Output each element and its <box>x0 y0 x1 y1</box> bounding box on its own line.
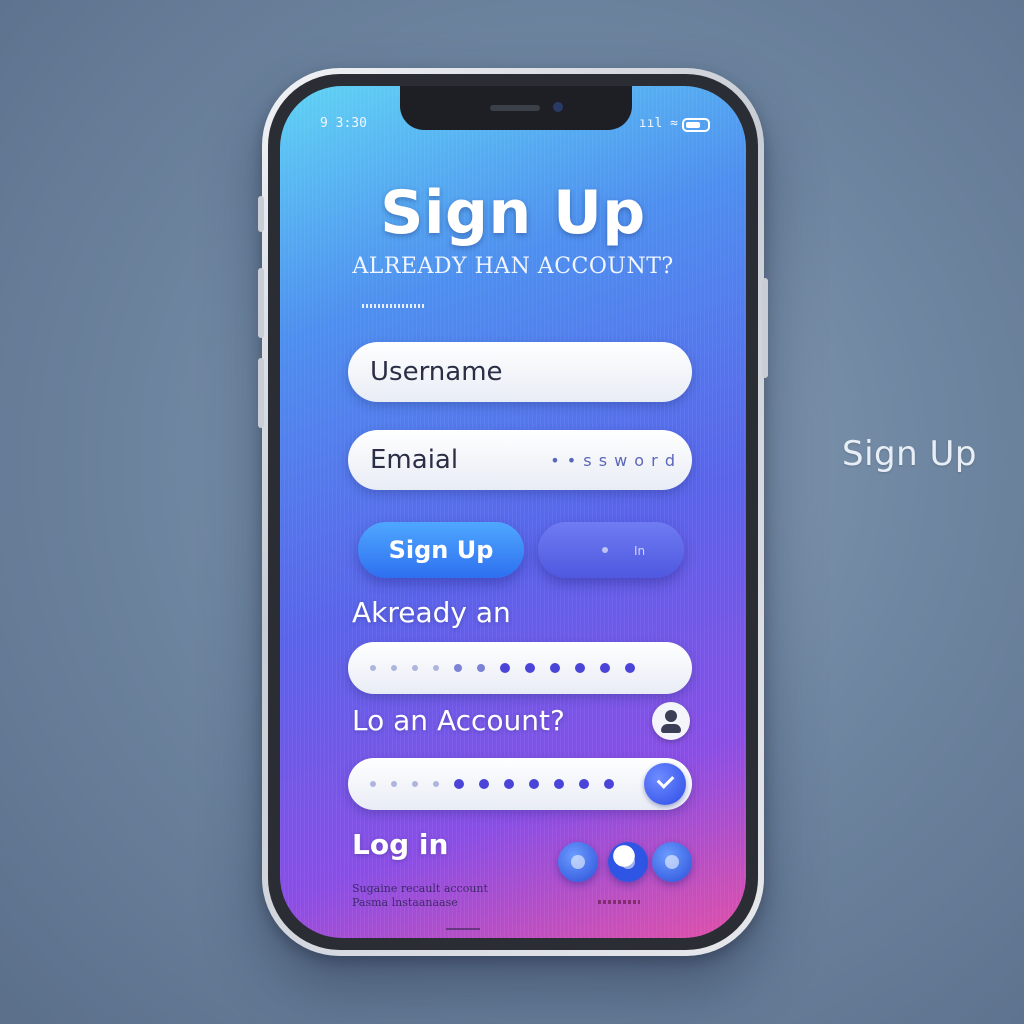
password-dot <box>579 779 589 789</box>
social-login-icon-3[interactable] <box>652 842 692 882</box>
login-link[interactable]: Log in <box>352 828 448 861</box>
email-hint: • • s s w o r d <box>550 451 676 470</box>
password-dot <box>412 665 418 671</box>
password-dot <box>575 663 585 673</box>
password-dots <box>370 662 672 674</box>
password-dot <box>625 663 635 673</box>
phone-frame: 9 3:30 ııl ≈ Sign Up ALREADY HAN ACCOUNT… <box>258 68 768 956</box>
confirm-password-dots <box>370 778 632 790</box>
password-dot <box>479 779 489 789</box>
password-dot <box>433 665 439 671</box>
footer-line-2: Pasma lnstaanaase <box>352 896 458 909</box>
password-dot <box>500 663 510 673</box>
confirm-password-field[interactable] <box>348 758 692 810</box>
secondary-button-label: In <box>634 544 646 558</box>
sign-up-button[interactable]: Sign Up <box>358 522 524 578</box>
email-field[interactable]: Emaial • • s s w o r d <box>348 430 692 490</box>
password-dot <box>554 779 564 789</box>
password-dot <box>604 779 614 789</box>
side-button-left-3 <box>258 358 264 428</box>
password-dot <box>454 779 464 789</box>
avatar-body <box>661 724 681 733</box>
password-dot <box>412 781 418 787</box>
login-prompt-label: Lo an Account? <box>352 704 565 737</box>
email-label: Emaial <box>370 445 459 475</box>
avatar-icon[interactable] <box>652 702 690 740</box>
username-field[interactable]: Username <box>348 342 692 402</box>
side-button-right <box>762 278 768 378</box>
footer-decoration <box>598 900 640 904</box>
password-dot <box>454 664 462 672</box>
password-dot <box>550 663 560 673</box>
password-dot <box>600 663 610 673</box>
side-button-left-1 <box>258 196 264 232</box>
social-login-icon-1[interactable] <box>558 842 598 882</box>
password-dot <box>525 663 535 673</box>
side-button-left-2 <box>258 268 264 338</box>
decorative-rule <box>362 304 424 308</box>
username-label: Username <box>370 357 503 387</box>
password-dot <box>477 664 485 672</box>
status-signal: ııl ≈ <box>638 116 678 131</box>
already-account-label: Akready an <box>352 596 511 629</box>
check-icon[interactable] <box>644 763 686 805</box>
footer-line-1: Sugaine recault account <box>352 882 488 895</box>
password-dot <box>391 781 397 787</box>
secondary-button[interactable]: In <box>538 522 684 578</box>
side-sign-up-label: Sign Up <box>842 434 977 474</box>
footer-text: Sugaine recault account Pasma lnstaanaas… <box>352 882 488 910</box>
password-dot <box>433 781 439 787</box>
page-subtitle: ALREADY HAN ACCOUNT? <box>352 254 674 279</box>
secondary-button-dot <box>602 547 608 553</box>
speaker-grille <box>490 105 540 111</box>
social-login-icon-2[interactable] <box>608 842 648 882</box>
password-dot <box>391 665 397 671</box>
avatar-head <box>665 710 677 722</box>
status-time: 9 3:30 <box>320 116 367 131</box>
password-dot <box>504 779 514 789</box>
password-dot <box>370 665 376 671</box>
notch <box>400 86 632 130</box>
footer-divider <box>446 928 480 930</box>
phone-screen: 9 3:30 ııl ≈ Sign Up ALREADY HAN ACCOUNT… <box>280 86 746 938</box>
battery-icon <box>682 118 710 132</box>
camera-icon <box>553 102 563 112</box>
page-title: Sign Up <box>380 178 646 248</box>
phone-bezel: 9 3:30 ııl ≈ Sign Up ALREADY HAN ACCOUNT… <box>268 74 758 950</box>
password-dot <box>370 781 376 787</box>
password-field[interactable] <box>348 642 692 694</box>
password-dot <box>529 779 539 789</box>
